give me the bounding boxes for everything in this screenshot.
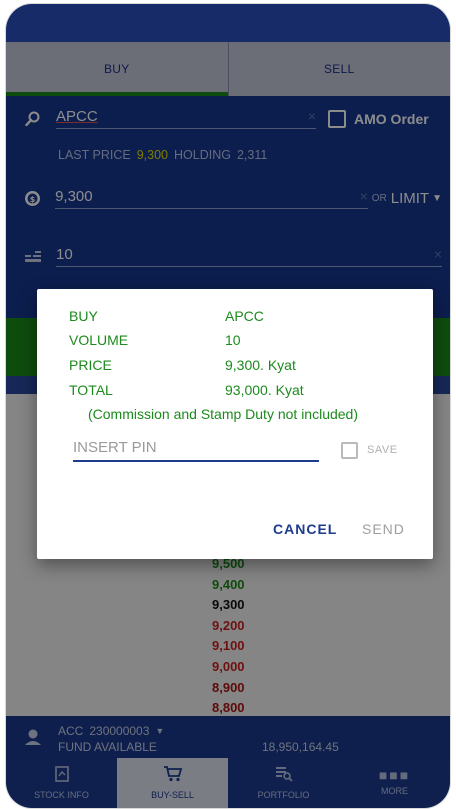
dialog-total-label: TOTAL <box>69 382 113 398</box>
send-button[interactable]: SEND <box>362 521 405 537</box>
dialog-side-label: BUY <box>69 308 98 324</box>
commission-note: (Commission and Stamp Duty not included) <box>88 406 359 422</box>
dialog-row-price: PRICE 9,300. Kyat <box>69 357 296 373</box>
cancel-button[interactable]: CANCEL <box>273 521 337 537</box>
dialog-symbol-value: APCC <box>225 308 264 324</box>
dialog-row-total: TOTAL 93,000. Kyat <box>69 382 304 398</box>
dialog-row-side: BUY APCC <box>69 308 264 324</box>
dialog-volume-value: 10 <box>225 332 241 348</box>
order-confirmation-dialog: BUY APCC VOLUME 10 PRICE 9,300. Kyat TOT… <box>37 289 433 559</box>
dialog-row-volume: VOLUME 10 <box>69 332 241 348</box>
dialog-price-label: PRICE <box>69 357 112 373</box>
dialog-price-value: 9,300. Kyat <box>225 357 296 373</box>
save-pin-label: SAVE <box>367 444 398 456</box>
dialog-volume-label: VOLUME <box>69 332 129 348</box>
dialog-total-value: 93,000. Kyat <box>225 382 304 398</box>
save-pin-checkbox[interactable] <box>341 442 358 459</box>
pin-input[interactable] <box>73 434 319 462</box>
